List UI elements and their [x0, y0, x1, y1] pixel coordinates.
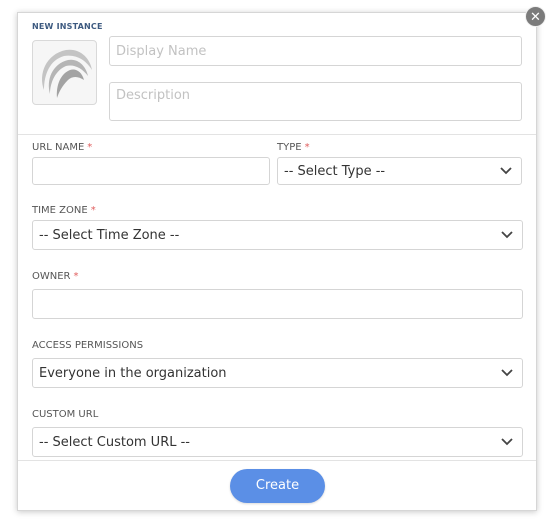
swirl-logo-icon	[41, 49, 92, 98]
dialog-title: NEW INSTANCE	[32, 22, 103, 31]
type-label: TYPE *	[277, 142, 310, 153]
display-name-input[interactable]	[109, 36, 522, 66]
footer-divider	[18, 460, 536, 461]
close-icon[interactable]: ✕	[525, 6, 546, 27]
url-name-label: URL NAME *	[32, 142, 92, 153]
access-permissions-select[interactable]: Everyone in the organization	[32, 358, 523, 388]
url-name-label-text: URL NAME	[32, 142, 85, 153]
owner-input[interactable]	[32, 289, 523, 319]
chevron-down-icon	[501, 438, 513, 446]
access-permissions-label: ACCESS PERMISSIONS	[32, 340, 143, 351]
time-zone-label: TIME ZONE *	[32, 205, 96, 216]
url-name-input[interactable]	[32, 157, 270, 185]
chevron-down-icon	[501, 369, 513, 377]
custom-url-label: CUSTOM URL	[32, 409, 98, 420]
custom-url-select[interactable]: -- Select Custom URL --	[32, 427, 523, 457]
required-marker: *	[90, 205, 96, 216]
new-instance-dialog: NEW INSTANCE URL NAME* TYPE* -- Select T…	[17, 12, 537, 511]
time-zone-selected-value: -- Select Time Zone --	[39, 227, 180, 243]
custom-url-selected-value: -- Select Custom URL --	[39, 434, 190, 450]
create-button[interactable]: Create	[230, 469, 325, 503]
owner-label-text: OWNER	[32, 271, 71, 282]
header-divider	[18, 134, 536, 135]
time-zone-select[interactable]: -- Select Time Zone --	[32, 220, 523, 250]
owner-label: OWNER *	[32, 271, 79, 282]
required-marker: *	[87, 142, 93, 153]
description-input[interactable]	[109, 82, 522, 121]
chevron-down-icon	[500, 167, 512, 175]
instance-logo[interactable]	[32, 40, 97, 105]
chevron-down-icon	[501, 231, 513, 239]
type-selected-value: -- Select Type --	[284, 163, 386, 179]
required-marker: *	[73, 271, 79, 282]
type-label-text: TYPE	[277, 142, 302, 153]
access-permissions-selected-value: Everyone in the organization	[39, 365, 227, 381]
time-zone-label-text: TIME ZONE	[32, 205, 88, 216]
custom-url-label-text: CUSTOM URL	[32, 409, 99, 420]
required-marker: *	[304, 142, 310, 153]
type-select[interactable]: -- Select Type --	[277, 157, 522, 185]
access-permissions-label-text: ACCESS PERMISSIONS	[32, 340, 144, 351]
